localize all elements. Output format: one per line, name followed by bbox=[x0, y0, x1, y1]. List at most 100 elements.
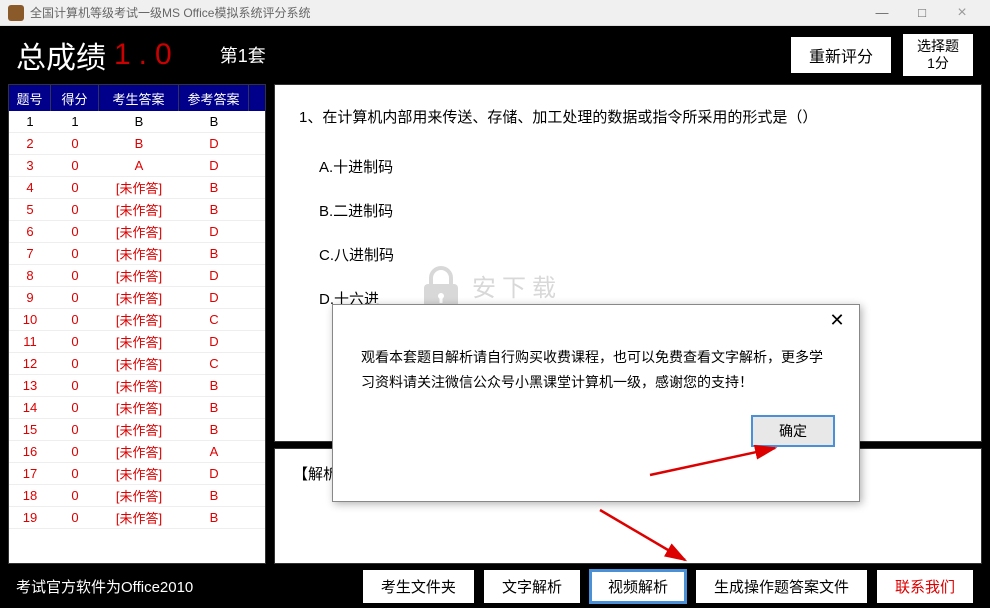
cell-user-answer: B bbox=[99, 136, 179, 151]
close-button[interactable]: × bbox=[942, 2, 982, 24]
table-row[interactable]: 130[未作答]B bbox=[9, 375, 265, 397]
cell-score: 0 bbox=[51, 400, 99, 415]
bottom-bar: 考试官方软件为Office2010 考生文件夹 文字解析 视频解析 生成操作题答… bbox=[0, 564, 990, 608]
minimize-button[interactable]: — bbox=[862, 2, 902, 24]
cell-user-answer: [未作答] bbox=[99, 200, 179, 219]
cell-num: 16 bbox=[9, 444, 51, 459]
cell-score: 0 bbox=[51, 510, 99, 525]
cell-num: 12 bbox=[9, 356, 51, 371]
table-row[interactable]: 150[未作答]B bbox=[9, 419, 265, 441]
table-row[interactable]: 90[未作答]D bbox=[9, 287, 265, 309]
cell-user-answer: [未作答] bbox=[99, 486, 179, 505]
cell-num: 11 bbox=[9, 334, 51, 349]
cell-ref-answer: D bbox=[179, 158, 249, 173]
cell-score: 0 bbox=[51, 290, 99, 305]
cell-num: 6 bbox=[9, 224, 51, 239]
table-row[interactable]: 120[未作答]C bbox=[9, 353, 265, 375]
rescore-button[interactable]: 重新评分 bbox=[790, 36, 892, 74]
dialog-close-button[interactable]: ✕ bbox=[825, 310, 849, 331]
cell-user-answer: [未作答] bbox=[99, 178, 179, 197]
cell-num: 3 bbox=[9, 158, 51, 173]
generate-answer-button[interactable]: 生成操作题答案文件 bbox=[695, 569, 868, 604]
cell-ref-answer: B bbox=[179, 378, 249, 393]
cell-user-answer: [未作答] bbox=[99, 420, 179, 439]
table-row[interactable]: 11BB bbox=[9, 111, 265, 133]
cell-score: 0 bbox=[51, 488, 99, 503]
cell-score: 1 bbox=[51, 114, 99, 129]
cell-user-answer: [未作答] bbox=[99, 266, 179, 285]
dialog-ok-button[interactable]: 确定 bbox=[751, 415, 835, 447]
cell-num: 9 bbox=[9, 290, 51, 305]
table-row[interactable]: 140[未作答]B bbox=[9, 397, 265, 419]
table-row[interactable]: 110[未作答]D bbox=[9, 331, 265, 353]
cell-num: 18 bbox=[9, 488, 51, 503]
dialog-body: 观看本套题目解析请自行购买收费课程，也可以免费查看文字解析，更多学习资料请关注微… bbox=[333, 335, 859, 405]
option-c: C.八进制码 bbox=[299, 241, 957, 271]
cell-score: 0 bbox=[51, 158, 99, 173]
cell-score: 0 bbox=[51, 422, 99, 437]
th-user-answer: 考生答案 bbox=[99, 85, 179, 112]
cell-num: 7 bbox=[9, 246, 51, 261]
option-b: B.二进制码 bbox=[299, 197, 957, 227]
table-row[interactable]: 160[未作答]A bbox=[9, 441, 265, 463]
cell-ref-answer: A bbox=[179, 444, 249, 459]
table-row[interactable]: 30AD bbox=[9, 155, 265, 177]
cell-user-answer: [未作答] bbox=[99, 288, 179, 307]
cell-score: 0 bbox=[51, 268, 99, 283]
cell-user-answer: [未作答] bbox=[99, 332, 179, 351]
cell-score: 0 bbox=[51, 356, 99, 371]
cell-user-answer: [未作答] bbox=[99, 398, 179, 417]
cell-user-answer: [未作答] bbox=[99, 310, 179, 329]
cell-score: 0 bbox=[51, 378, 99, 393]
table-row[interactable]: 40[未作答]B bbox=[9, 177, 265, 199]
set-label: 第1套 bbox=[220, 42, 266, 68]
choice-score-button[interactable]: 选择题 1分 bbox=[902, 33, 974, 77]
cell-score: 0 bbox=[51, 180, 99, 195]
cell-num: 5 bbox=[9, 202, 51, 217]
cell-ref-answer: C bbox=[179, 356, 249, 371]
text-analysis-button[interactable]: 文字解析 bbox=[483, 569, 581, 604]
table-row[interactable]: 50[未作答]B bbox=[9, 199, 265, 221]
table-row[interactable]: 170[未作答]D bbox=[9, 463, 265, 485]
cell-ref-answer: B bbox=[179, 246, 249, 261]
video-analysis-button[interactable]: 视频解析 bbox=[589, 569, 687, 604]
cell-ref-answer: D bbox=[179, 290, 249, 305]
cell-ref-answer: B bbox=[179, 400, 249, 415]
cell-num: 1 bbox=[9, 114, 51, 129]
table-row[interactable]: 60[未作答]D bbox=[9, 221, 265, 243]
cell-ref-answer: B bbox=[179, 488, 249, 503]
maximize-button[interactable]: □ bbox=[902, 2, 942, 24]
contact-us-button[interactable]: 联系我们 bbox=[876, 569, 974, 604]
table-row[interactable]: 100[未作答]C bbox=[9, 309, 265, 331]
cell-num: 14 bbox=[9, 400, 51, 415]
window-title: 全国计算机等级考试一级MS Office模拟系统评分系统 bbox=[30, 4, 862, 21]
cell-score: 0 bbox=[51, 312, 99, 327]
cell-score: 0 bbox=[51, 136, 99, 151]
table-body[interactable]: 11BB20BD30AD40[未作答]B50[未作答]B60[未作答]D70[未… bbox=[9, 111, 265, 563]
table-row[interactable]: 180[未作答]B bbox=[9, 485, 265, 507]
table-row[interactable]: 70[未作答]B bbox=[9, 243, 265, 265]
cell-num: 13 bbox=[9, 378, 51, 393]
cell-user-answer: B bbox=[99, 114, 179, 129]
option-a: A.十进制码 bbox=[299, 153, 957, 183]
cell-ref-answer: B bbox=[179, 114, 249, 129]
table-row[interactable]: 80[未作答]D bbox=[9, 265, 265, 287]
cell-num: 15 bbox=[9, 422, 51, 437]
cell-user-answer: [未作答] bbox=[99, 508, 179, 527]
table-row[interactable]: 20BD bbox=[9, 133, 265, 155]
cell-score: 0 bbox=[51, 334, 99, 349]
candidate-folder-button[interactable]: 考生文件夹 bbox=[362, 569, 475, 604]
cell-ref-answer: D bbox=[179, 136, 249, 151]
cell-num: 10 bbox=[9, 312, 51, 327]
cell-user-answer: [未作答] bbox=[99, 442, 179, 461]
cell-user-answer: [未作答] bbox=[99, 464, 179, 483]
table-header: 题号 得分 考生答案 参考答案 bbox=[9, 85, 265, 111]
cell-score: 0 bbox=[51, 444, 99, 459]
table-row[interactable]: 190[未作答]B bbox=[9, 507, 265, 529]
cell-score: 0 bbox=[51, 224, 99, 239]
cell-ref-answer: D bbox=[179, 466, 249, 481]
th-reference-answer: 参考答案 bbox=[179, 85, 249, 112]
bottom-info: 考试官方软件为Office2010 bbox=[16, 576, 354, 597]
cell-ref-answer: D bbox=[179, 224, 249, 239]
dialog-footer: 确定 bbox=[333, 405, 859, 463]
